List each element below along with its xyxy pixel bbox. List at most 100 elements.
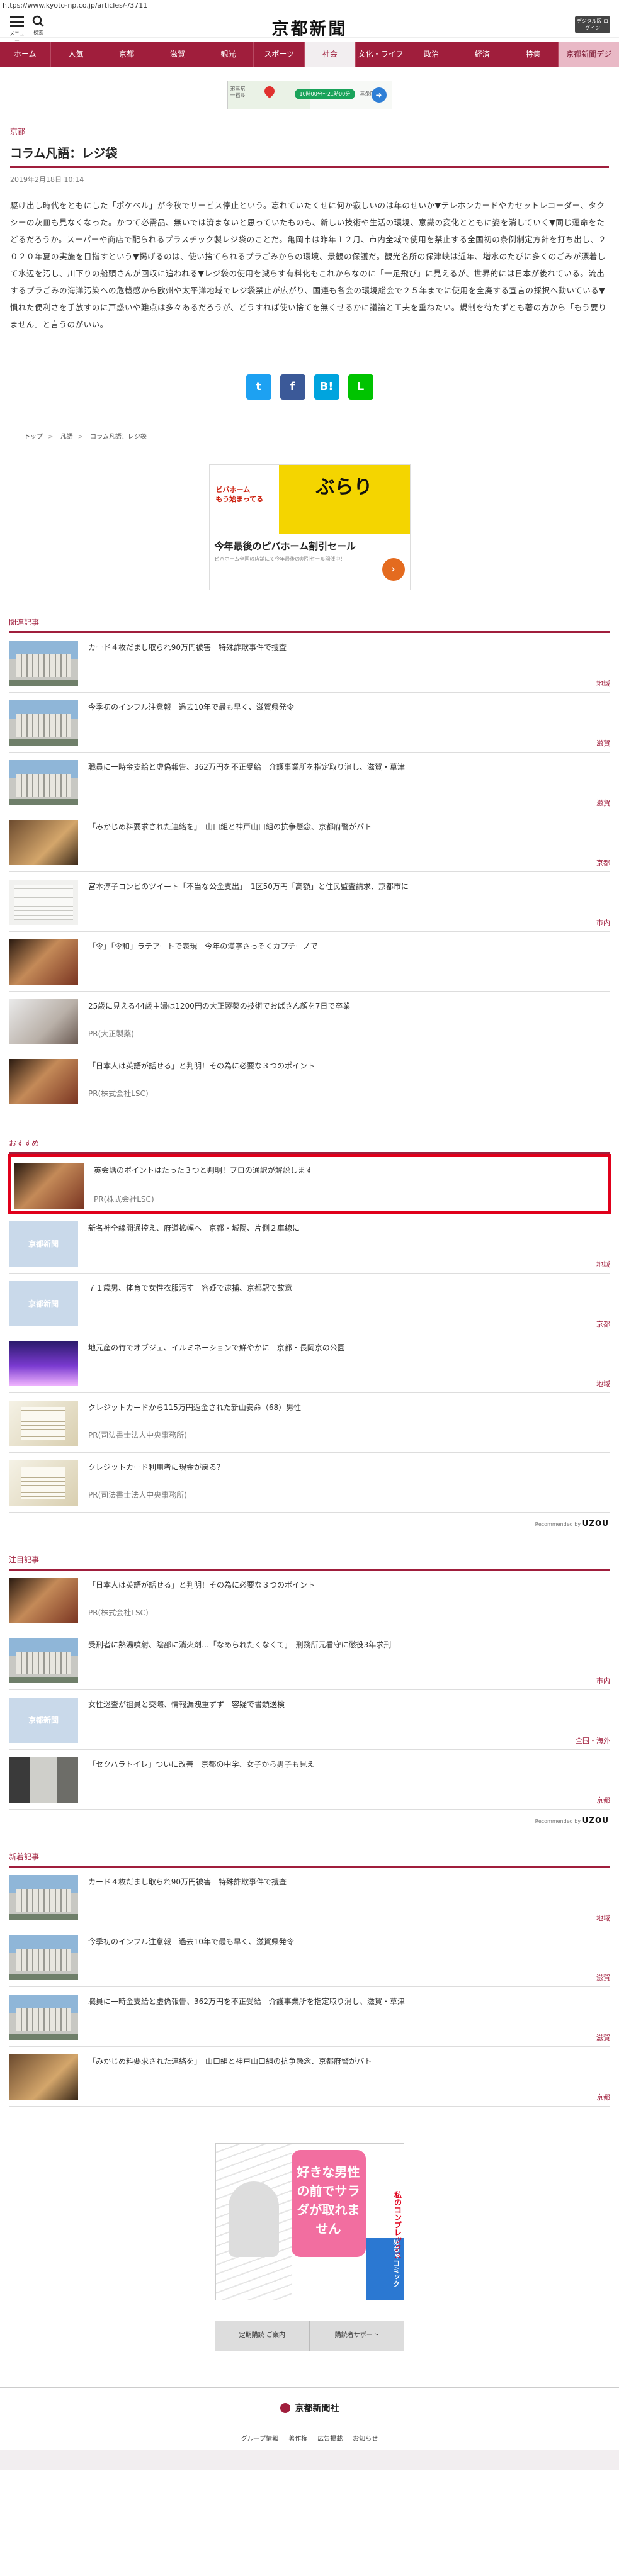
ad-comic-brand: めちゃコミック bbox=[392, 2239, 400, 2287]
article-list-title[interactable]: 受刑者に熱湯噴射、陰部に消火剤…「なめられたくなくて」 刑務所元看守に懲役3年求… bbox=[88, 1638, 391, 1687]
article-list-title[interactable]: クレジットカード利用者に現金が戻る？ bbox=[88, 1460, 224, 1509]
article-list-title[interactable]: 職員に一時金支給と虚偽報告、362万円を不正受給 介護事業所を指定取り消し、滋賀… bbox=[88, 1995, 405, 2044]
article-category-tag[interactable]: 地域 bbox=[596, 678, 610, 688]
arrow-right-icon[interactable]: › bbox=[382, 558, 405, 581]
article-list-item[interactable]: 「みかじめ料要求された連絡を」 山口組と神戸山口組の抗争懸念、京都府警がパト京都 bbox=[9, 2047, 610, 2107]
article-category-tag[interactable]: 京都 bbox=[596, 1795, 610, 1805]
site-logo[interactable]: 京都新聞 bbox=[0, 15, 619, 40]
article-list-title[interactable]: 「みかじめ料要求された連絡を」 山口組と神戸山口組の抗争懸念、京都府警がパト bbox=[88, 2054, 372, 2103]
article-category-tag[interactable]: 滋賀 bbox=[596, 2032, 610, 2042]
facebook-icon[interactable]: f bbox=[280, 374, 305, 400]
breadcrumb-item[interactable]: トップ bbox=[24, 434, 43, 440]
nav-item[interactable]: 社会 bbox=[305, 42, 356, 67]
article-list-title[interactable]: 25歳に見える44歳主婦は1200円の大正製薬の技術でおばさん顔を7日で卒業 bbox=[88, 999, 350, 1048]
article-list-item[interactable]: 「みかじめ料要求された連絡を」 山口組と神戸山口組の抗争懸念、京都府警がパト京都 bbox=[9, 812, 610, 872]
footer-link[interactable]: 著作権 bbox=[288, 2433, 307, 2443]
footer-link[interactable]: 広告掲載 bbox=[317, 2433, 343, 2443]
article-list-item[interactable]: 京都新聞 女性巡査が祖員と交際、情報漏洩重ずず 容疑で書類送検 全国・海外 bbox=[9, 1690, 610, 1750]
footer-link[interactable]: グループ情報 bbox=[241, 2433, 278, 2443]
ad-hours-pill: 10時00分〜21時00分 bbox=[294, 89, 356, 99]
nav-item[interactable]: 京都新聞デジ bbox=[559, 42, 619, 67]
hatena-icon[interactable]: B! bbox=[314, 374, 339, 400]
nav-item[interactable]: 文化・ライフ bbox=[356, 42, 407, 67]
article-list-title[interactable]: 今季初のインフル注意報 過去10年で最も早く、滋賀県発令 bbox=[88, 1935, 294, 1984]
article-list-item[interactable]: 今季初のインフル注意報 過去10年で最も早く、滋賀県発令滋賀 bbox=[9, 1927, 610, 1987]
article-category-tag[interactable]: 市内 bbox=[596, 1676, 610, 1686]
nav-item[interactable]: 政治 bbox=[406, 42, 458, 67]
line-icon[interactable]: L bbox=[348, 374, 373, 400]
address-bar[interactable]: https://www.kyoto-np.co.jp/articles/-/37… bbox=[0, 0, 619, 11]
article-list-item[interactable]: 職員に一時金支給と虚偽報告、362万円を不正受給 介護事業所を指定取り消し、滋賀… bbox=[9, 1987, 610, 2047]
article-list-title[interactable]: 「令」「令和」ラテアートで表現 今年の漢字さっそくカプチーノで bbox=[88, 939, 318, 988]
article-list-item[interactable]: クレジットカード利用者に現金が戻る？ PR(司法書士法人中央事務所) bbox=[9, 1453, 610, 1513]
article-category-tag[interactable]: 地域 bbox=[596, 1259, 610, 1269]
article-list-title[interactable]: 「みかじめ料要求された連絡を」 山口組と神戸山口組の抗争懸念、京都府警がパト bbox=[88, 820, 372, 869]
article-list-title[interactable]: 新名神全線開通控え、府道拡幅へ 京都・城陽、片側２車線に bbox=[88, 1221, 300, 1270]
article-list-item[interactable]: 地元産の竹でオブジェ、イルミネーションで鮮やかに 京都・長岡京の公園地域 bbox=[9, 1333, 610, 1393]
article-list-title[interactable]: カード４枚だまし取られ90万円被害 特殊詐欺事件で捜査 bbox=[88, 1875, 287, 1924]
article-category-tag[interactable]: 京都 bbox=[596, 858, 610, 868]
article-list-item[interactable]: 受刑者に熱湯噴射、陰部に消火剤…「なめられたくなくて」 刑務所元看守に懲役3年求… bbox=[9, 1630, 610, 1690]
ad-image: ピバホーム もう始まってる ぶらり bbox=[209, 465, 410, 534]
directions-icon[interactable]: ➜ bbox=[371, 87, 387, 103]
article-list-item[interactable]: カード４枚だまし取られ90万円被害 特殊詐欺事件で捜査地域 bbox=[9, 633, 610, 693]
article-list-title[interactable]: ７１歳男、体育で女性衣服汚す 容疑で逮捕、京都駅で故意 bbox=[88, 1281, 292, 1330]
nav-item[interactable]: 特集 bbox=[508, 42, 559, 67]
article-category-tag[interactable]: 京都 bbox=[596, 2092, 610, 2102]
article-list-item[interactable]: 「セクハラトイレ」ついに改善 京都の中学、女子から男子も見え京都 bbox=[9, 1750, 610, 1810]
article-list-title[interactable]: 「日本人は英語が話せる」と判明！その為に必要な３つのポイント bbox=[88, 1059, 315, 1108]
article-list-title[interactable]: 地元産の竹でオブジェ、イルミネーションで鮮やかに 京都・長岡京の公園 bbox=[88, 1341, 345, 1390]
ad-brand: ピバホーム もう始まってる bbox=[209, 465, 279, 534]
nav-item[interactable]: ホーム bbox=[0, 42, 51, 67]
comic-ad[interactable]: 好きな男性の前でサラダが取れません 私のコンプレックス めちゃコミック bbox=[215, 2143, 404, 2300]
article-list-title[interactable]: 「日本人は英語が話せる」と判明！その為に必要な３つのポイント bbox=[88, 1578, 315, 1627]
twitter-icon[interactable]: t bbox=[246, 374, 271, 400]
nav-item[interactable]: 経済 bbox=[457, 42, 508, 67]
article-category[interactable]: 京都 bbox=[0, 126, 619, 137]
article-list-item[interactable]: 「日本人は英語が話せる」と判明！その為に必要な３つのポイント PR(株式会社LSC… bbox=[9, 1571, 610, 1630]
footer-divider bbox=[0, 2387, 619, 2388]
article-list-item[interactable]: クレジットカードから115万円返金された新山安命（68）男性 PR(司法書士法人中… bbox=[9, 1393, 610, 1453]
subscriber-support-link[interactable]: 購読者サポート bbox=[310, 2321, 404, 2351]
latest-heading: 新着記事 bbox=[9, 1851, 610, 1868]
article-list-item[interactable]: 宮本淳子コンビのツイート「不当な公金支出」 1区50万円「高額」と住民監査請求、… bbox=[9, 872, 610, 932]
home-center-ad[interactable]: ピバホーム もう始まってる ぶらり 今年最後のピバホーム割引セール ピバホーム全… bbox=[208, 464, 411, 590]
nav-item[interactable]: 滋賀 bbox=[152, 42, 203, 67]
article-list-item[interactable]: 「日本人は英語が話せる」と判明！その為に必要な３つのポイント PR(株式会社LSC… bbox=[9, 1051, 610, 1111]
article-list-title[interactable]: 女性巡査が祖員と交際、情報漏洩重ずず 容疑で書類送検 bbox=[88, 1698, 285, 1747]
article-list-title[interactable]: 今季初のインフル注意報 過去10年で最も早く、滋賀県発令 bbox=[88, 700, 294, 749]
article-list-title[interactable]: 宮本淳子コンビのツイート「不当な公金支出」 1区50万円「高額」と住民監査請求、… bbox=[88, 880, 409, 929]
article-category-tag[interactable]: 全国・海外 bbox=[576, 1735, 610, 1745]
nav-item[interactable]: 人気 bbox=[51, 42, 102, 67]
article-category-tag[interactable]: 滋賀 bbox=[596, 738, 610, 748]
breadcrumb-item[interactable]: 凡語 bbox=[60, 434, 73, 440]
article-list-title[interactable]: 「セクハラトイレ」ついに改善 京都の中学、女子から男子も見え bbox=[88, 1757, 314, 1806]
footer-link[interactable]: お知らせ bbox=[353, 2433, 378, 2443]
article-list-title[interactable]: カード４枚だまし取られ90万円被害 特殊詐欺事件で捜査 bbox=[88, 641, 287, 690]
article-list-item[interactable]: 職員に一時金支給と虚偽報告、362万円を不正受給 介護事業所を指定取り消し、滋賀… bbox=[9, 753, 610, 812]
article-thumbnail bbox=[14, 1163, 84, 1209]
article-category-tag[interactable]: 市内 bbox=[596, 917, 610, 927]
article-list-item[interactable]: 25歳に見える44歳主婦は1200円の大正製薬の技術でおばさん顔を7日で卒業 PR… bbox=[9, 992, 610, 1051]
nav-item[interactable]: 京都 bbox=[101, 42, 153, 67]
article-list-title[interactable]: 職員に一時金支給と虚偽報告、362万円を不正受給 介護事業所を指定取り消し、滋賀… bbox=[88, 760, 405, 809]
article-list-item[interactable]: 京都新聞 新名神全線開通控え、府道拡幅へ 京都・城陽、片側２車線に 地域 bbox=[9, 1214, 610, 1274]
article-category-tag[interactable]: 地域 bbox=[596, 1379, 610, 1389]
article-category-tag[interactable]: 京都 bbox=[596, 1319, 610, 1329]
subscribe-guide-link[interactable]: 定期購読 ご案内 bbox=[215, 2321, 310, 2351]
article-list-item[interactable]: 英会話のポイントはたった３つと判明！プロの通訳が解説します PR(株式会社LSC) bbox=[8, 1154, 611, 1214]
masthead: メニュー 検索 京都新聞 デジタル版 ログイン bbox=[0, 11, 619, 43]
article-category-tag[interactable]: 地域 bbox=[596, 1913, 610, 1923]
top-map-ad[interactable]: 第三京 一石ル 10時00分〜21時00分 三条店 ➜ bbox=[227, 81, 392, 109]
footer-logo[interactable]: 京都新聞社 bbox=[0, 2402, 619, 2414]
article-category-tag[interactable]: 滋賀 bbox=[596, 798, 610, 808]
nav-item[interactable]: 観光 bbox=[203, 42, 254, 67]
article-list-item[interactable]: 今季初のインフル注意報 過去10年で最も早く、滋賀県発令滋賀 bbox=[9, 693, 610, 753]
nav-item[interactable]: スポーツ bbox=[254, 42, 305, 67]
article-list-title[interactable]: クレジットカードから115万円返金された新山安命（68）男性 bbox=[88, 1401, 301, 1450]
article-list-item[interactable]: 「令」「令和」ラテアートで表現 今年の漢字さっそくカプチーノで bbox=[9, 932, 610, 992]
digital-login-button[interactable]: デジタル版 ログイン bbox=[575, 16, 610, 33]
article-list-item[interactable]: カード４枚だまし取られ90万円被害 特殊詐欺事件で捜査地域 bbox=[9, 1868, 610, 1927]
article-category-tag[interactable]: 滋賀 bbox=[596, 1973, 610, 1983]
article-list-item[interactable]: 京都新聞 ７１歳男、体育で女性衣服汚す 容疑で逮捕、京都駅で故意 京都 bbox=[9, 1274, 610, 1333]
